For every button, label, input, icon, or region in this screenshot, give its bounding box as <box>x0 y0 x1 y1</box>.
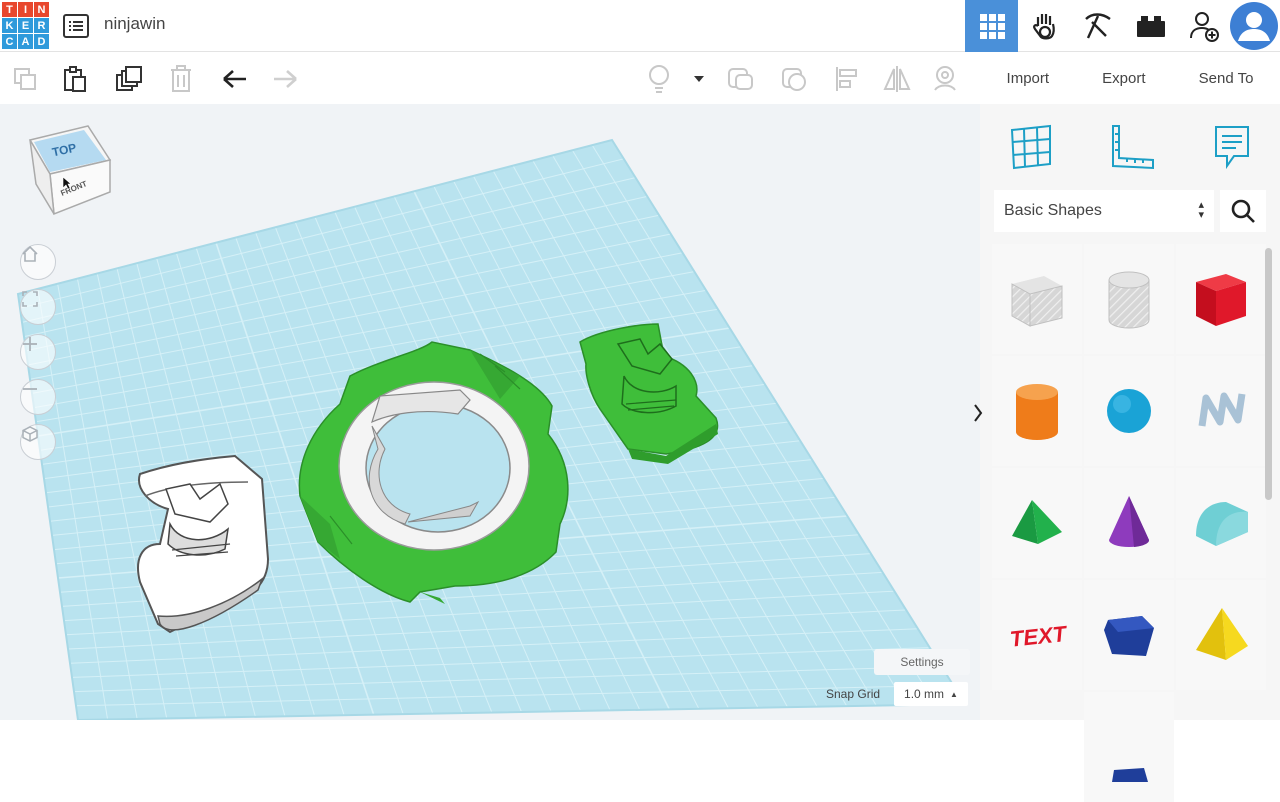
right-action-bar: Import Export Send To <box>980 52 1280 104</box>
select-arrows-icon: ▴ ▾ <box>1198 199 1204 221</box>
panel-scrollbar[interactable] <box>1265 248 1272 500</box>
shape-cylinder-hole[interactable] <box>1084 244 1174 354</box>
hole-icon[interactable] <box>930 64 960 94</box>
undo-icon[interactable] <box>220 64 250 94</box>
add-user-icon[interactable] <box>1177 0 1230 52</box>
mirror-icon[interactable] <box>882 64 912 94</box>
top-icons <box>965 0 1280 52</box>
logo-letter: K <box>2 18 17 33</box>
shape-pyramid[interactable] <box>1176 580 1266 690</box>
home-view-button[interactable] <box>20 244 56 280</box>
logo-letter: N <box>34 2 49 17</box>
export-button[interactable]: Export <box>1096 62 1151 95</box>
tinkercad-logo[interactable]: TIN KER CAD <box>2 2 49 49</box>
shape-sphere[interactable] <box>1084 356 1174 466</box>
snap-grid-select[interactable]: 1.0 mm ▲ <box>894 682 968 706</box>
logo-letter: I <box>18 2 33 17</box>
logo-letter: C <box>2 34 17 49</box>
snap-grid-value: 1.0 mm <box>904 687 945 701</box>
shape-box[interactable] <box>1176 244 1266 354</box>
edit-toolbar <box>0 52 980 104</box>
avatar-icon[interactable] <box>1230 2 1278 50</box>
ungroup-icon[interactable] <box>780 64 810 94</box>
design-title[interactable]: ninjawin <box>104 14 165 34</box>
shape-round-roof[interactable] <box>1176 468 1266 578</box>
workplane-viewport[interactable]: TOP FRONT Settings Snap Grid 1.0 mm ▲ <box>0 104 980 720</box>
perspective-cube-button[interactable] <box>20 424 56 460</box>
shape-polygon[interactable] <box>1084 580 1174 690</box>
logo-letter: E <box>18 18 33 33</box>
logo-letter: R <box>34 18 49 33</box>
light-bulb-icon[interactable] <box>644 64 674 94</box>
hand-icon[interactable] <box>1018 0 1071 52</box>
duplicate-icon[interactable] <box>114 64 144 94</box>
send-to-button[interactable]: Send To <box>1193 62 1260 95</box>
shape-category-value: Basic Shapes <box>1004 202 1102 219</box>
view-cube[interactable]: TOP FRONT <box>26 122 118 218</box>
logo-letter: A <box>18 34 33 49</box>
shapes-panel: Basic Shapes ▴ ▾ TEXT <box>974 104 1280 802</box>
logo-letter: T <box>2 2 17 17</box>
align-icon[interactable] <box>832 64 862 94</box>
bricks-icon[interactable] <box>1124 0 1177 52</box>
snap-grid-label: Snap Grid <box>826 687 881 701</box>
shape-search-button[interactable] <box>1220 190 1266 232</box>
panel-view-icons <box>980 114 1280 184</box>
logo-letter: D <box>34 34 49 49</box>
top-bar: TIN KER CAD ninjawin <box>0 0 1280 52</box>
zoom-out-button[interactable] <box>20 379 56 415</box>
redo-icon[interactable] <box>270 64 300 94</box>
shape-cylinder[interactable] <box>992 356 1082 466</box>
notes-icon[interactable] <box>1212 124 1252 175</box>
dropdown-icon[interactable] <box>684 64 714 94</box>
caret-up-icon: ▲ <box>950 689 958 699</box>
copy-icon[interactable] <box>10 64 40 94</box>
shape-partial-row[interactable] <box>1084 692 1174 802</box>
fit-view-button[interactable] <box>20 289 56 325</box>
import-button[interactable]: Import <box>1001 62 1056 95</box>
pickaxe-icon[interactable] <box>1071 0 1124 52</box>
workplane-icon[interactable] <box>1008 124 1054 175</box>
shape-category-select[interactable]: Basic Shapes ▴ ▾ <box>994 190 1214 232</box>
collapse-panel-chevron-icon[interactable] <box>972 402 988 424</box>
shape-text[interactable]: TEXT <box>992 580 1082 690</box>
shape-scribble[interactable] <box>1176 356 1266 466</box>
grid-view-icon[interactable] <box>965 0 1018 52</box>
paste-icon[interactable] <box>60 64 90 94</box>
svg-text:TEXT: TEXT <box>1009 621 1069 652</box>
group-icon[interactable] <box>726 64 756 94</box>
zoom-in-button[interactable] <box>20 334 56 370</box>
settings-button[interactable]: Settings <box>874 649 970 675</box>
shape-cone[interactable] <box>1084 468 1174 578</box>
shape-roof[interactable] <box>992 468 1082 578</box>
ruler-icon[interactable] <box>1109 124 1157 175</box>
design-list-icon[interactable] <box>62 12 90 40</box>
shapes-grid: TEXT <box>992 244 1268 802</box>
shape-box-hole[interactable] <box>992 244 1082 354</box>
delete-icon[interactable] <box>166 64 196 94</box>
